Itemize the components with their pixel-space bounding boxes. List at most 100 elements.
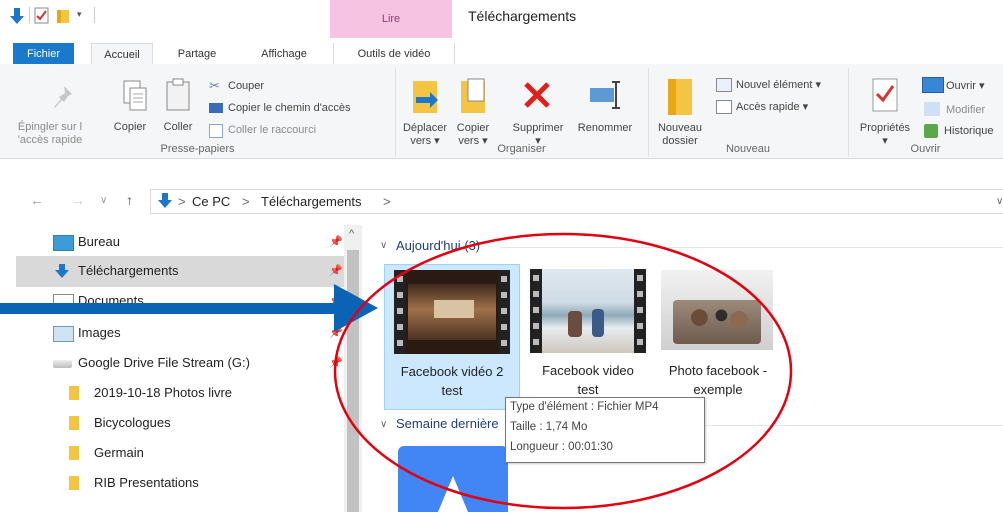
file-item-photo[interactable]: Photo facebook - exemple <box>650 264 786 410</box>
video-thumbnail <box>394 270 510 354</box>
nav-item-folder[interactable]: Bicycologues <box>16 408 344 439</box>
group-label-organize: Organiser <box>497 143 546 155</box>
file-name-line1: Facebook vidéo 2 <box>400 364 504 379</box>
file-item-video-1[interactable]: Facebook vidéo 2 test <box>384 264 520 410</box>
new-item-button[interactable]: Nouvel élément ▾ <box>736 79 821 92</box>
qat-dropdown[interactable]: ▾ <box>77 9 82 20</box>
properties-check-icon <box>872 78 898 115</box>
folder-icon <box>69 386 79 400</box>
easy-access-button[interactable]: Accès rapide ▾ <box>736 101 808 114</box>
nav-item-documents[interactable]: Documents 📌 <box>16 286 344 308</box>
group-header-today[interactable]: Aujourd'hui (3) <box>396 238 480 253</box>
copy-path-icon <box>209 103 223 113</box>
folder-icon <box>69 446 79 460</box>
paste-button[interactable]: Coller <box>155 121 201 134</box>
tab-video-tools[interactable]: Outils de vidéo <box>333 43 455 66</box>
folder-icon <box>69 476 79 490</box>
photo-thumbnail <box>661 270 773 350</box>
tab-home[interactable]: Accueil <box>91 43 153 66</box>
open-button[interactable]: Ouvrir ▾ <box>946 80 985 93</box>
nav-item-google-drive[interactable]: Google Drive File Stream (G:) 📌 <box>16 348 344 379</box>
documents-icon <box>53 294 74 308</box>
nav-item-pictures[interactable]: Images 📌 <box>16 318 344 349</box>
nav-item-desktop[interactable]: Bureau 📌 <box>16 227 344 258</box>
file-name-line2: test <box>441 383 463 398</box>
paste-icon <box>165 78 193 115</box>
tab-share[interactable]: Partage <box>166 43 228 66</box>
tab-view[interactable]: Affichage <box>250 43 318 66</box>
nav-item-label: Téléchargements <box>78 263 179 278</box>
nav-item-label: Germain <box>94 445 144 460</box>
pin-icon: 📌 <box>329 295 343 307</box>
file-name-line1: Facebook video <box>542 363 634 378</box>
group-collapse-chevron[interactable]: ∨ <box>380 419 387 430</box>
nav-item-label: Google Drive File Stream (G:) <box>78 355 250 370</box>
window-title: Téléchargements <box>468 8 577 24</box>
breadcrumb-this-pc[interactable]: Ce PC <box>192 194 230 209</box>
nav-item-label: RIB Presentations <box>94 475 199 490</box>
file-item-google-doc[interactable] <box>398 446 508 512</box>
breadcrumb-downloads[interactable]: Téléchargements <box>261 194 361 209</box>
scrollbar-thumb[interactable] <box>347 250 359 512</box>
pin-label-line1: Épingler sur l <box>17 121 83 133</box>
cut-button[interactable]: Couper <box>228 80 264 93</box>
group-divider <box>500 247 1003 248</box>
pin-icon: 📌 <box>329 327 343 339</box>
nav-item-folder[interactable]: 2019-10-18 Photos livre <box>16 378 344 409</box>
paste-shortcut-button[interactable]: Coller le raccourci <box>228 124 316 137</box>
nav-item-folder[interactable]: RIB Presentations <box>16 468 344 490</box>
up-button[interactable]: ↑ <box>126 192 133 208</box>
context-tab-label: Lire <box>381 13 401 25</box>
breadcrumb-separator: > <box>178 194 186 209</box>
breadcrumb-separator: > <box>242 194 250 209</box>
folder-icon <box>69 416 79 430</box>
download-icon[interactable] <box>10 7 24 28</box>
group-label-clipboard: Presse-papiers <box>160 143 235 155</box>
group-header-last-week[interactable]: Semaine dernière <box>396 416 504 431</box>
recent-locations-button[interactable]: ∨ <box>100 195 107 206</box>
delete-x-icon <box>522 80 552 113</box>
pin-icon: 📌 <box>329 265 343 277</box>
copy-path-button[interactable]: Copier le chemin d'accès <box>228 102 351 115</box>
video-thumbnail <box>530 269 646 353</box>
back-button[interactable]: ← <box>30 192 44 208</box>
group-label-open: Ouvrir <box>910 143 941 155</box>
properties-qat-icon[interactable] <box>34 7 50 28</box>
nav-item-label: Bureau <box>78 234 120 249</box>
tab-file[interactable]: Fichier <box>13 43 74 66</box>
new-folder-icon <box>666 77 694 120</box>
copy-button[interactable]: Copier <box>105 121 155 134</box>
group-collapse-chevron[interactable]: ∨ <box>380 240 387 251</box>
file-name: Facebook video test <box>520 361 656 399</box>
pin-icon <box>52 84 74 113</box>
rename-button[interactable]: Renommer <box>570 122 640 135</box>
scissors-icon: ✂ <box>209 78 220 93</box>
nav-item-label: 2019-10-18 Photos livre <box>94 385 233 400</box>
forward-button[interactable]: → <box>71 192 85 208</box>
nav-item-downloads[interactable]: Téléchargements 📌 <box>16 256 344 287</box>
move-to-line1: Déplacer <box>402 122 448 134</box>
address-dropdown-button[interactable]: ∨ <box>996 196 1003 207</box>
edit-button[interactable]: Modifier <box>946 104 985 117</box>
file-tooltip: Type d'élément : Fichier MP4 Taille : 1,… <box>505 397 705 463</box>
history-button[interactable]: Historique <box>944 125 994 138</box>
group-divider <box>700 425 1003 426</box>
copy-to-icon <box>458 77 488 120</box>
copy-icon <box>123 80 147 115</box>
scroll-up-button[interactable]: ^ <box>349 228 354 240</box>
properties-label: Propriétés <box>859 122 911 134</box>
rename-icon <box>588 80 624 113</box>
downloads-location-icon <box>158 193 172 212</box>
nav-item-folder[interactable]: Germain <box>16 438 344 469</box>
file-item-video-2[interactable]: Facebook video test <box>520 264 656 410</box>
new-folder-qat-icon[interactable] <box>56 7 72 28</box>
tooltip-type: Type d'élément : Fichier MP4 <box>510 401 659 413</box>
google-docs-icon <box>438 476 468 512</box>
file-name: Photo facebook - exemple <box>650 361 786 399</box>
desktop-icon <box>53 235 74 251</box>
pictures-icon <box>53 326 74 342</box>
edit-icon <box>924 102 940 116</box>
paste-shortcut-icon <box>209 124 223 138</box>
download-arrow-icon <box>55 264 69 278</box>
open-icon <box>922 77 944 93</box>
